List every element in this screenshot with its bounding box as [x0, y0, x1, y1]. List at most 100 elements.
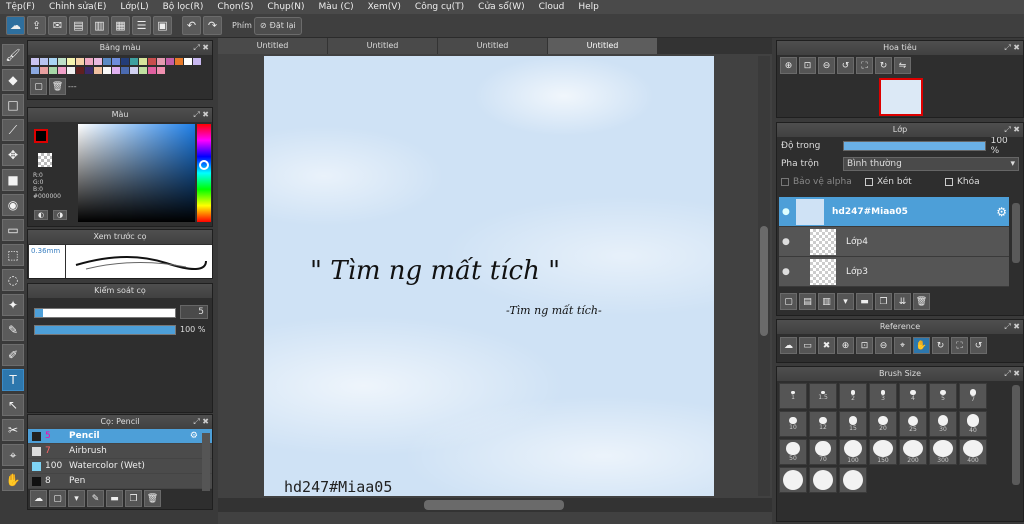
palette-swatch[interactable]: [57, 66, 66, 74]
clipping-checkbox[interactable]: [865, 178, 873, 186]
palette-swatch[interactable]: [57, 57, 66, 65]
brush-item-pencil[interactable]: 5 Pencil ⚙: [28, 429, 212, 444]
brush-tool-icon[interactable]: 🖌: [2, 44, 24, 66]
brush-size-cell[interactable]: 15: [839, 411, 867, 437]
palette-swatch[interactable]: [30, 66, 39, 74]
rotate-left-icon[interactable]: ↺: [837, 57, 854, 74]
menu-view[interactable]: Xem(V): [368, 2, 401, 12]
brush-edit-icon[interactable]: ✎: [87, 490, 104, 507]
palette-swatch[interactable]: [111, 66, 120, 74]
magic-wand-tool-icon[interactable]: ✦: [2, 294, 24, 316]
reference-flip-icon[interactable]: ↺: [970, 337, 987, 354]
layer-item[interactable]: ● Lớp3: [779, 257, 1009, 287]
palette-swatch[interactable]: [156, 57, 165, 65]
list-icon[interactable]: ☰: [132, 16, 151, 35]
transparent-swatch[interactable]: [38, 153, 52, 167]
palette-swatch[interactable]: [129, 66, 138, 74]
reference-hand-icon[interactable]: ✋: [913, 337, 930, 354]
brush-size-cell[interactable]: 12: [809, 411, 837, 437]
brush-size-cell[interactable]: [809, 467, 837, 493]
drawing-canvas[interactable]: " Tìm ng mất tích " -Tìm ng mất tích- hd…: [264, 56, 714, 496]
brush-size-cell[interactable]: 20: [869, 411, 897, 437]
gear-icon[interactable]: ⚙: [190, 431, 198, 441]
grid-icon[interactable]: ▦: [111, 16, 130, 35]
palette-swatch[interactable]: [39, 66, 48, 74]
palette-swatch[interactable]: [165, 57, 174, 65]
gear-icon[interactable]: ⚙: [996, 205, 1007, 219]
protect-alpha-checkbox[interactable]: [781, 178, 789, 186]
brush-size-cell[interactable]: 30: [929, 411, 957, 437]
brush-size-cell[interactable]: 10: [779, 411, 807, 437]
palette-swatch[interactable]: [183, 57, 192, 65]
new-layer-icon[interactable]: ▢: [780, 293, 797, 310]
reference-eyedropper-icon[interactable]: ⌖: [894, 337, 911, 354]
fill-rect-tool-icon[interactable]: ■: [2, 169, 24, 191]
brushsize-scrollbar[interactable]: [1012, 385, 1020, 485]
visibility-icon[interactable]: ●: [782, 207, 796, 217]
new-layer-1bit-icon[interactable]: ▥: [818, 293, 835, 310]
size-value-box[interactable]: 5: [180, 305, 208, 319]
undo-icon[interactable]: ↶: [182, 16, 201, 35]
brush-size-cell[interactable]: 50: [779, 439, 807, 465]
brush-size-cell[interactable]: [839, 467, 867, 493]
layer-item[interactable]: ● Lớp4: [779, 227, 1009, 257]
duplicate-layer-icon[interactable]: ❐: [875, 293, 892, 310]
palette-swatch[interactable]: [93, 66, 102, 74]
blend-select[interactable]: Bình thường ▾: [843, 157, 1019, 171]
palette-swatch[interactable]: [75, 66, 84, 74]
saturation-value-picker[interactable]: [78, 124, 195, 222]
brush-new-icon[interactable]: ▢: [49, 490, 66, 507]
palette-swatch[interactable]: [66, 66, 75, 74]
brush-folder-icon[interactable]: ▬: [106, 490, 123, 507]
tab-untitled-4[interactable]: Untitled: [548, 38, 658, 54]
visibility-icon[interactable]: ●: [782, 237, 796, 247]
menu-cloud[interactable]: Cloud: [539, 2, 565, 12]
reset-button[interactable]: ⊘ Đặt lại: [253, 16, 302, 35]
menu-capture[interactable]: Chụp(N): [267, 2, 304, 12]
opacity-slider[interactable]: [34, 325, 176, 335]
rotate-right-icon[interactable]: ↻: [875, 57, 892, 74]
hue-slider[interactable]: [197, 124, 211, 222]
reference-rotate-icon[interactable]: ↻: [932, 337, 949, 354]
panel-close-icon[interactable]: ⤢ ✖: [1004, 123, 1020, 137]
lock-checkbox[interactable]: [945, 178, 953, 186]
panel-close-icon[interactable]: ⤢ ✖: [1004, 41, 1020, 55]
brush-delete-icon[interactable]: 🗑: [144, 490, 161, 507]
palette-swatch[interactable]: [84, 66, 93, 74]
palette-swatch[interactable]: [129, 57, 138, 65]
palette-swatch[interactable]: [147, 57, 156, 65]
navigator-thumbnail[interactable]: [879, 78, 923, 116]
palette-swatch[interactable]: [48, 66, 57, 74]
reference-close-icon[interactable]: ✖: [818, 337, 835, 354]
palette-swatch[interactable]: [30, 57, 39, 65]
palette-swatch[interactable]: [66, 57, 75, 65]
menu-filter[interactable]: Bộ lọc(R): [163, 2, 204, 12]
select-rect-tool-icon[interactable]: ⬚: [2, 244, 24, 266]
layer-item[interactable]: ● hd247#Miaa05 ⚙: [779, 197, 1009, 227]
palette-swatch[interactable]: [111, 57, 120, 65]
hue-handle-icon[interactable]: [199, 160, 209, 170]
brush-size-cell[interactable]: 4: [899, 383, 927, 409]
palette-swatch[interactable]: [138, 66, 147, 74]
palette-swatch[interactable]: [174, 57, 183, 65]
palette-swatch[interactable]: [48, 57, 57, 65]
fit-icon[interactable]: ⊡: [799, 57, 816, 74]
text-tool-icon[interactable]: T: [2, 369, 24, 391]
cloud-icon[interactable]: ☁: [6, 16, 25, 35]
flip-icon[interactable]: ⇋: [894, 57, 911, 74]
crop-icon[interactable]: ▣: [153, 16, 172, 35]
palette-swatch[interactable]: [120, 57, 129, 65]
eyedropper-tool-icon[interactable]: ⌖: [2, 444, 24, 466]
brush-add-icon[interactable]: ▾: [68, 490, 85, 507]
brush-copy-icon[interactable]: ❐: [125, 490, 142, 507]
rectangle-tool-icon[interactable]: □: [2, 94, 24, 116]
menu-tools[interactable]: Công cụ(T): [415, 2, 464, 12]
reference-cloud-icon[interactable]: ☁: [780, 337, 797, 354]
tab-untitled-1[interactable]: Untitled: [218, 38, 328, 54]
horizontal-scroll-thumb[interactable]: [424, 500, 564, 510]
reference-zoom-in-icon[interactable]: ⊕: [837, 337, 854, 354]
vertical-scrollbar[interactable]: [758, 56, 770, 496]
brush-size-cell[interactable]: 400: [959, 439, 987, 465]
palette-swatch[interactable]: [84, 57, 93, 65]
brush-item-airbrush[interactable]: 7 Airbrush: [28, 444, 212, 459]
